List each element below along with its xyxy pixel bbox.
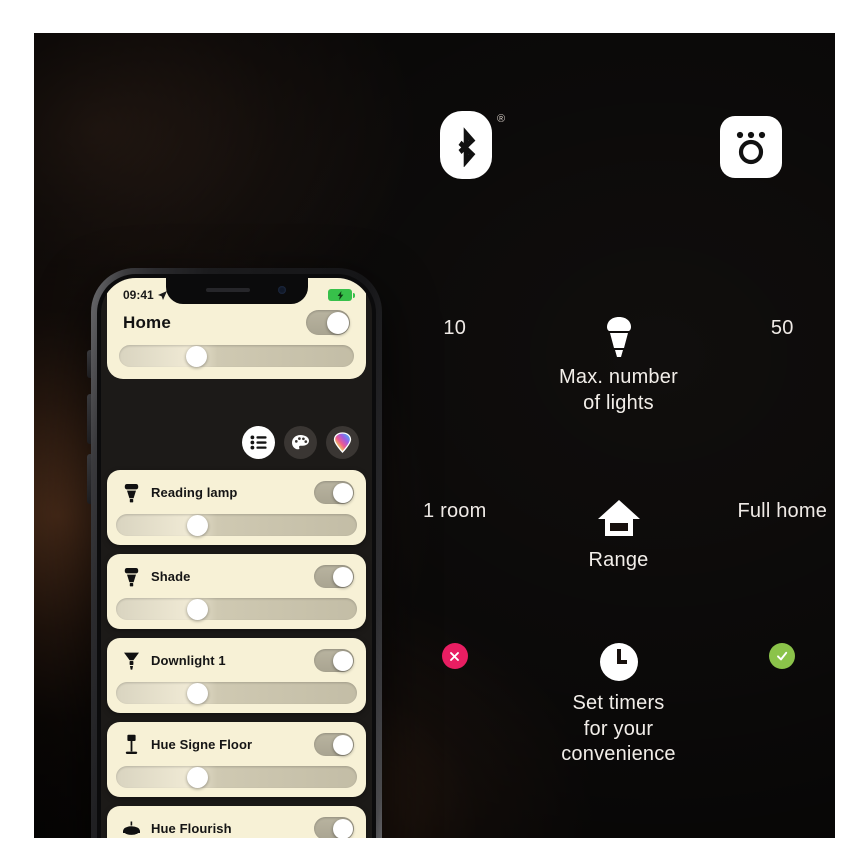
max-lights-label-line2: of lights (583, 391, 654, 414)
comparison-panel: ® 10 Max. number of lights 50 1 room Ran… (402, 33, 835, 838)
light-name: Shade (151, 569, 191, 584)
list-icon (250, 435, 267, 450)
slider-handle[interactable] (187, 598, 209, 620)
status-bar-left: 09:41 (123, 288, 168, 302)
light-toggle[interactable] (314, 565, 354, 588)
toggle-knob (326, 311, 349, 334)
home-master-toggle[interactable] (306, 310, 350, 335)
range-left-value: 1 room (423, 500, 487, 522)
timers-label-line3: convenience (561, 743, 676, 766)
light-row-header: Hue Signe Floor (116, 731, 357, 766)
light-name: Hue Signe Floor (151, 737, 253, 752)
bluetooth-icon (440, 111, 492, 179)
front-camera-icon (277, 286, 286, 294)
max-lights-center: Max. number of lights (514, 315, 724, 416)
feature-row-timers: Set timers for your convenience (402, 641, 835, 768)
bulb-spot-icon (121, 566, 141, 588)
light-row-header: Downlight 1 (116, 647, 357, 682)
phone-notch (165, 278, 308, 304)
max-lights-right-value: 50 (770, 317, 794, 339)
bulb-downlight-icon (121, 650, 141, 672)
light-row-header: Shade (116, 563, 357, 598)
light-name: Hue Flourish (151, 821, 232, 836)
max-lights-label-line1: Max. number (559, 366, 678, 388)
tab-colors[interactable] (326, 426, 359, 459)
light-name: Reading lamp (151, 485, 238, 500)
status-time: 09:41 (123, 288, 154, 302)
light-bulb-icon (514, 315, 724, 359)
view-tab-bar (242, 426, 359, 459)
connectivity-badges: ® (402, 111, 835, 191)
color-droplet-icon (333, 432, 352, 453)
bulb-spot-icon (121, 482, 141, 504)
floor-lamp-icon (121, 734, 141, 756)
tab-scenes[interactable] (284, 426, 317, 459)
earpiece-speaker (205, 288, 250, 292)
max-lights-left-value: 10 (443, 317, 467, 339)
toggle-knob (332, 650, 353, 671)
check-circle-icon (769, 643, 796, 669)
light-brightness-slider[interactable] (116, 766, 357, 788)
phone-mockup: 09:41 Home Reading lamp Shade Downlight … (62, 258, 394, 838)
light-toggle[interactable] (314, 733, 354, 756)
battery-charging-icon (328, 289, 355, 301)
clock-icon (514, 641, 724, 685)
list-item[interactable]: Hue Signe Floor (107, 722, 366, 797)
light-toggle[interactable] (314, 481, 354, 504)
timers-label-line2: for your (583, 717, 654, 740)
toggle-knob (332, 566, 353, 587)
slider-handle[interactable] (187, 682, 209, 704)
toggle-knob (332, 734, 353, 755)
list-item[interactable]: Shade (107, 554, 366, 629)
pendant-lamp-icon (121, 818, 141, 839)
light-list: Reading lamp Shade Downlight 1 Hue Signe… (107, 470, 366, 838)
registered-mark: ® (497, 113, 506, 125)
range-label: Range (588, 549, 649, 571)
tab-list[interactable] (242, 426, 275, 459)
palette-icon (292, 434, 309, 449)
home-header-row: Home (119, 306, 354, 345)
light-brightness-slider[interactable] (116, 682, 357, 704)
light-row-header: Hue Flourish (116, 815, 357, 838)
list-item[interactable]: Downlight 1 (107, 638, 366, 713)
feature-row-max-lights: 10 Max. number of lights 50 (402, 315, 835, 416)
light-name: Downlight 1 (151, 653, 226, 668)
slider-handle[interactable] (187, 766, 209, 788)
phone-screen: 09:41 Home Reading lamp Shade Downlight … (101, 278, 372, 838)
feature-row-range: 1 room Range Full home (402, 498, 835, 574)
page-title: Home (123, 312, 172, 332)
list-item[interactable]: Reading lamp (107, 470, 366, 545)
cross-circle-icon (441, 643, 468, 669)
light-toggle[interactable] (314, 649, 354, 672)
light-brightness-slider[interactable] (116, 598, 357, 620)
hue-bridge-icon (720, 116, 782, 178)
light-brightness-slider[interactable] (116, 514, 357, 536)
toggle-knob (332, 482, 353, 503)
slider-handle[interactable] (186, 345, 208, 367)
scene-canvas: ® 10 Max. number of lights 50 1 room Ran… (34, 33, 835, 838)
slider-handle[interactable] (187, 514, 209, 536)
timers-center: Set timers for your convenience (514, 641, 724, 768)
light-toggle[interactable] (314, 817, 354, 838)
range-right-value: Full home (737, 500, 828, 522)
range-center: Range (514, 498, 724, 574)
timers-right-status (724, 641, 836, 669)
house-icon (514, 498, 724, 542)
light-row-header: Reading lamp (116, 479, 357, 514)
home-brightness-slider[interactable] (119, 345, 354, 367)
timers-label-line1: Set timers (572, 692, 665, 714)
timers-left-status (402, 641, 514, 669)
toggle-knob (332, 818, 353, 838)
list-item[interactable]: Hue Flourish (107, 806, 366, 838)
